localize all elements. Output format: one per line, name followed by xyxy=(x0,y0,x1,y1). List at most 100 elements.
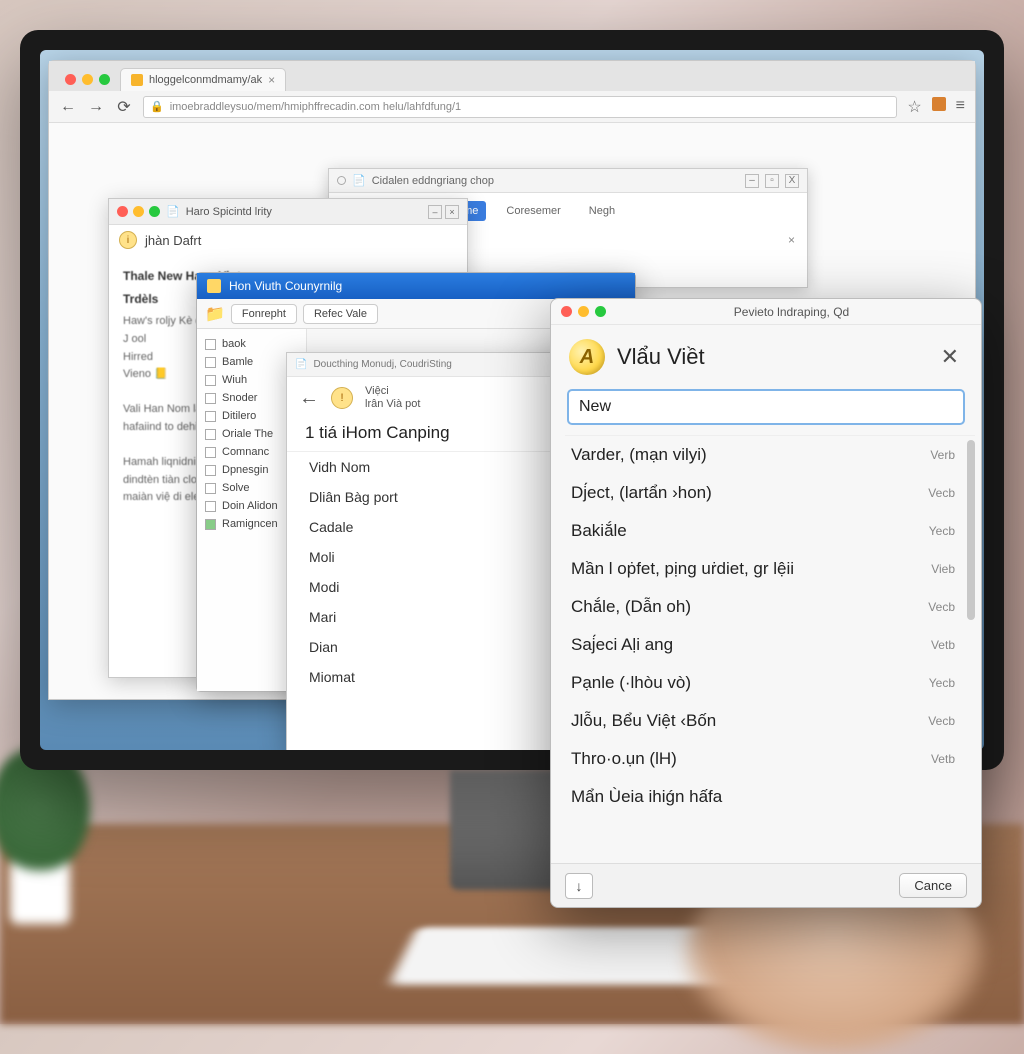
checkbox-icon[interactable] xyxy=(205,519,216,530)
extension-icon[interactable] xyxy=(932,97,946,111)
dictionary-logo-icon: A xyxy=(569,339,605,375)
dialog-header: A Vlẩu Viềt ✕ xyxy=(551,325,981,389)
close-dot-icon[interactable] xyxy=(65,74,76,85)
window-controls xyxy=(57,68,118,91)
close-icon[interactable]: × xyxy=(445,205,459,219)
tab-label[interactable]: Coresemer xyxy=(498,201,568,221)
scrollbar[interactable] xyxy=(967,440,975,620)
close-icon[interactable]: × xyxy=(788,233,795,247)
cancel-button[interactable]: Cance xyxy=(899,873,967,898)
list: Vidh Nom Dliân Bàg port Cadale Moli Modi… xyxy=(287,451,595,692)
sidebar-item[interactable]: baok xyxy=(197,335,306,353)
titlebar[interactable]: Hon Viuth Counyrnilg xyxy=(197,273,635,299)
checkbox-icon[interactable] xyxy=(205,429,216,440)
plant-decoration xyxy=(0,744,100,924)
list-item[interactable]: Mari xyxy=(287,602,595,632)
window-title: Cidalen eddngriang chop xyxy=(372,175,494,187)
pos-tag: Vetb xyxy=(931,638,955,652)
list-item[interactable]: Dian xyxy=(287,632,595,662)
back-button[interactable]: ← xyxy=(59,98,77,116)
page-icon: 📄 xyxy=(166,205,180,218)
result-item[interactable]: BakiắleYecb xyxy=(565,512,975,550)
pos-tag: Vetb xyxy=(931,752,955,766)
checkbox-icon[interactable] xyxy=(205,339,216,350)
maximize-dot-icon[interactable] xyxy=(595,306,606,317)
list-item[interactable]: Moli xyxy=(287,542,595,572)
doc-icon: 📄 xyxy=(295,359,307,370)
list-item[interactable]: Cadale xyxy=(287,512,595,542)
result-item[interactable]: Pạnle (·lhòu vò)Yecb xyxy=(565,664,975,702)
result-item[interactable]: Saj́eci Aḷi angVetb xyxy=(565,626,975,664)
results-list: Varder, (mạn vilyi)Verb Dj́ect, (lartẩn … xyxy=(565,435,975,865)
folder-icon: 📁 xyxy=(205,304,225,324)
download-icon: ↓ xyxy=(576,878,583,894)
star-icon[interactable]: ☆ xyxy=(907,97,921,117)
close-icon[interactable]: ✕ xyxy=(937,340,963,374)
window-title: Doucthing Monudj, CoudriSting xyxy=(313,359,451,370)
minimize-dot-icon[interactable] xyxy=(133,206,144,217)
result-item[interactable]: Jlỗu, Bểu Việt ‹BốnVecb xyxy=(565,702,975,740)
result-item[interactable]: Varder, (mạn vilyi)Verb xyxy=(565,436,975,474)
close-tab-icon[interactable]: × xyxy=(268,73,275,87)
tab-button[interactable]: Refec Vale xyxy=(303,304,378,324)
list-item[interactable]: Modi xyxy=(287,572,595,602)
list-item[interactable]: Miomat xyxy=(287,662,595,692)
tab-label[interactable]: Negh xyxy=(581,201,623,221)
close-dot-icon[interactable] xyxy=(561,306,572,317)
result-item[interactable]: Dj́ect, (lartẩn ›hon)Vecb xyxy=(565,474,975,512)
window-title: Haro Spicintd lrity xyxy=(186,206,272,218)
address-bar[interactable]: 🔒 imoebraddleysuo/mem/hmiphffrecadin.com… xyxy=(143,96,897,118)
result-item[interactable]: Chắle, (Dẫn oh)Vecb xyxy=(565,588,975,626)
checkbox-icon[interactable] xyxy=(205,501,216,512)
result-item[interactable]: Mần l oṗfet, pịng uṙdiet, gr lệiiVieb xyxy=(565,550,975,588)
subtitle: jhàn Dafrt xyxy=(145,233,201,248)
menu-icon[interactable]: ≡ xyxy=(956,97,965,117)
checkbox-icon[interactable] xyxy=(205,393,216,404)
checkbox-icon[interactable] xyxy=(205,465,216,476)
maximize-icon[interactable]: ▫ xyxy=(765,174,779,188)
tab-title: hloggelconmdmamy/ak xyxy=(149,74,262,86)
info-icon: i xyxy=(119,231,137,249)
minimize-icon[interactable]: – xyxy=(745,174,759,188)
checkbox-icon[interactable] xyxy=(205,375,216,386)
browser-toolbar: ← → ⟳ 🔒 imoebraddleysuo/mem/hmiphffrecad… xyxy=(49,91,975,123)
browser-tabbar: hloggelconmdmamy/ak × xyxy=(49,61,975,91)
forward-button[interactable]: → xyxy=(87,98,105,116)
checkbox-icon[interactable] xyxy=(205,447,216,458)
maximize-dot-icon[interactable] xyxy=(149,206,160,217)
pos-tag: Vecb xyxy=(928,600,955,614)
minimize-icon[interactable]: – xyxy=(428,205,442,219)
maximize-dot-icon[interactable] xyxy=(99,74,110,85)
app-icon xyxy=(207,279,221,293)
pos-tag: Vieb xyxy=(931,562,955,576)
checkbox-icon[interactable] xyxy=(205,357,216,368)
result-item[interactable]: Thro·o.ụn (lH)Vetb xyxy=(565,740,975,778)
close-icon[interactable]: X xyxy=(785,174,799,188)
checkbox-icon[interactable] xyxy=(205,411,216,422)
section-heading: 1 tiá iHom Canping xyxy=(287,419,595,451)
browser-actions: ☆ ≡ xyxy=(907,97,965,117)
download-button[interactable]: ↓ xyxy=(565,873,593,899)
checkbox-icon[interactable] xyxy=(205,483,216,494)
search-input[interactable] xyxy=(567,389,965,425)
pos-tag: Yecb xyxy=(929,676,955,690)
reload-button[interactable]: ⟳ xyxy=(115,98,133,116)
result-item[interactable]: Mẩn Ùeia ihiǵn hấfa xyxy=(565,778,975,816)
pos-tag: Vecb xyxy=(928,486,955,500)
dialog-titlebar[interactable]: Pevieto lndraping, Qd xyxy=(551,299,981,325)
url-text: imoebraddleysuo/mem/hmiphffrecadin.com h… xyxy=(170,101,461,113)
minimize-dot-icon[interactable] xyxy=(578,306,589,317)
subtitle-block: Việci lrân Vià pot xyxy=(365,385,420,411)
browser-tab[interactable]: hloggelconmdmamy/ak × xyxy=(120,68,286,91)
pos-tag: Vecb xyxy=(928,714,955,728)
tab-button[interactable]: Fonrepht xyxy=(231,304,297,324)
pos-tag: Verb xyxy=(930,448,955,462)
window-title: Hon Viuth Counyrnilg xyxy=(229,279,342,293)
list-item[interactable]: Vidh Nom xyxy=(287,452,595,482)
favicon-icon xyxy=(131,74,143,86)
minimize-dot-icon[interactable] xyxy=(82,74,93,85)
back-arrow-icon[interactable]: ← xyxy=(299,387,319,410)
close-dot-icon[interactable] xyxy=(117,206,128,217)
dialog-footer: ↓ Cance xyxy=(551,863,981,907)
list-item[interactable]: Dliân Bàg port xyxy=(287,482,595,512)
